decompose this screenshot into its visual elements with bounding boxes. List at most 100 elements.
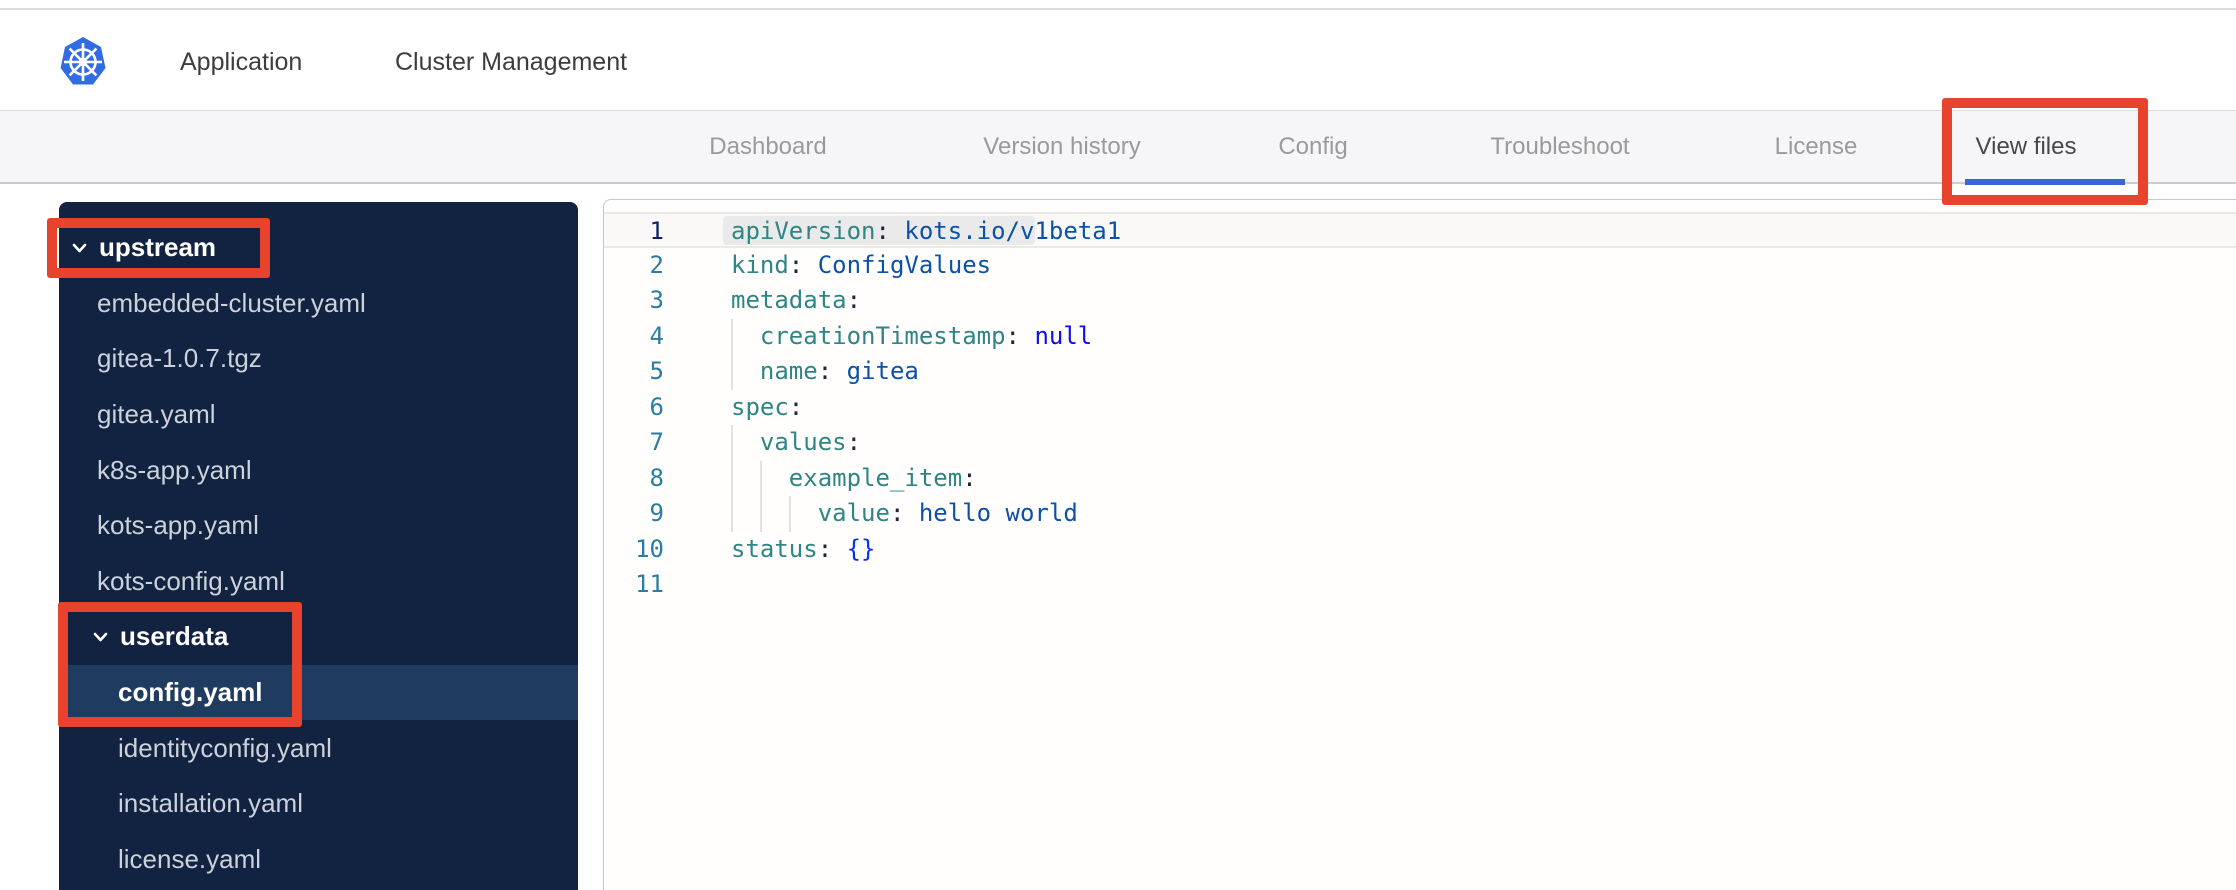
tree-file-gitea-1-0-7-tgz[interactable]: gitea-1.0.7.tgz [59,331,578,387]
code-line-9: 9 value: hello world [604,496,2236,532]
code-line-content: example_item: [731,460,977,496]
file-label: kots-config.yaml [97,565,285,596]
line-number: 7 [649,428,664,456]
token-punct: : [817,357,833,385]
code-line-1[interactable]: 1 apiVersion: kots.io/v1beta1 [604,212,2236,248]
subnav-tab-troubleshoot[interactable]: Troubleshoot [1490,111,1629,182]
active-subnav-tab-underline [1965,179,2125,185]
token-str: kots.io/v1beta1 [904,217,1122,245]
code-line-4: 4 creationTimestamp: null [604,318,2236,354]
token-str: hello world [918,499,1078,527]
tree-folder-upstream[interactable]: upstream [59,220,578,276]
token-key: kind [731,250,789,279]
token-key: values [759,428,847,456]
code-line-5: 5 name: gitea [604,354,2236,390]
line-number: 10 [635,534,664,563]
token-key: metadata [731,286,847,314]
code-line-content: kind: ConfigValues [731,248,991,284]
code-line-content: name: gitea [731,354,919,390]
subnav-tab-version-history[interactable]: Version history [983,111,1140,182]
token-punct: : [846,428,862,456]
subnav-tab-license[interactable]: License [1775,111,1858,182]
token-punct: : [788,250,804,279]
tree-file-config-yaml[interactable]: config.yaml [59,664,578,721]
token-kw: null [1034,321,1093,350]
line-number: 5 [649,357,664,385]
tree-file-gitea-yaml[interactable]: gitea.yaml [59,387,578,443]
subnav-tab-config[interactable]: Config [1278,111,1347,182]
tree-file-k8s-app-yaml[interactable]: k8s-app.yaml [59,442,578,498]
subnav-tab-dashboard[interactable]: Dashboard [709,111,826,182]
header-tab-application[interactable]: Application [180,10,302,109]
folder-label: userdata [120,621,229,652]
code-line-content: spec: [731,390,803,426]
token-punct: : [846,286,862,314]
chevron-down-icon [93,632,108,642]
code-line-content: status: {} [731,532,876,568]
line-number: 4 [649,321,664,350]
file-label: kots-app.yaml [97,510,259,541]
tree-file-kots-config-yaml[interactable]: kots-config.yaml [59,554,578,610]
code-line-content: creationTimestamp: null [731,318,1093,354]
code-line-10: 10 status: {} [604,532,2236,568]
file-label: gitea.yaml [97,399,216,430]
file-label: identityconfig.yaml [118,732,332,763]
code-line-content: apiVersion: kots.io/v1beta1 [723,214,1122,246]
token-str: ConfigValues [817,250,992,279]
token-punct: : [889,499,905,527]
line-number: 11 [635,570,664,598]
app-subnav: Dashboard Version history Config Troublesho… [0,110,2236,184]
token-key: apiVersion [731,217,876,245]
code-line-7: 7 values: [604,425,2236,461]
tree-folder-userdata[interactable]: userdata [59,609,578,665]
folder-label: upstream [99,232,217,263]
tree-file-embedded-cluster-yaml[interactable]: embedded-cluster.yaml [59,276,578,332]
line-number: 1 [649,217,664,245]
file-label: config.yaml [118,677,263,708]
chevron-down-icon [72,243,87,253]
code-line-content: metadata: [731,283,861,319]
token-punct: : [1005,321,1020,350]
file-label: gitea-1.0.7.tgz [97,343,262,374]
token-key: spec [731,392,789,421]
kubernetes-logo-icon [60,37,106,85]
line-number: 6 [649,392,664,421]
token-str: gitea [846,357,919,385]
tree-file-license-yaml[interactable]: license.yaml [59,832,578,888]
code-line-3: 3 metadata: [604,283,2236,319]
code-line-8: 8 example_item: [604,460,2236,496]
token-key: value [817,499,890,527]
line-number: 2 [649,250,664,279]
code-line-11: 11 [604,567,2236,603]
header-tab-cluster-management[interactable]: Cluster Management [395,10,627,109]
file-label: embedded-cluster.yaml [97,287,366,318]
app-header: Application Cluster Management [0,10,2236,116]
code-line-content: value: hello world [731,496,1078,532]
token-punct: : [817,534,833,563]
token-key: name [759,357,818,385]
file-content-editor[interactable]: 1 apiVersion: kots.io/v1beta1 2 kind: Confi… [603,199,2236,890]
subnav-tab-view-files[interactable]: View files [1976,111,2077,182]
token-punct: : [962,463,977,492]
token-key: creationTimestamp [759,321,1006,350]
tree-file-kots-app-yaml[interactable]: kots-app.yaml [59,498,578,554]
token-key: example_item [788,463,963,492]
token-bracket: {} [846,534,876,563]
tree-file-identityconfig-yaml[interactable]: identityconfig.yaml [59,720,578,776]
code-line-content: values: [731,425,861,461]
tree-file-installation-yaml[interactable]: installation.yaml [59,776,578,832]
code-line-2: 2 kind: ConfigValues [604,248,2236,284]
file-label: license.yaml [118,843,262,874]
line-number: 9 [649,499,664,527]
file-tree-sidebar: upstream embedded-cluster.yaml gitea-1.0.7… [59,202,578,890]
